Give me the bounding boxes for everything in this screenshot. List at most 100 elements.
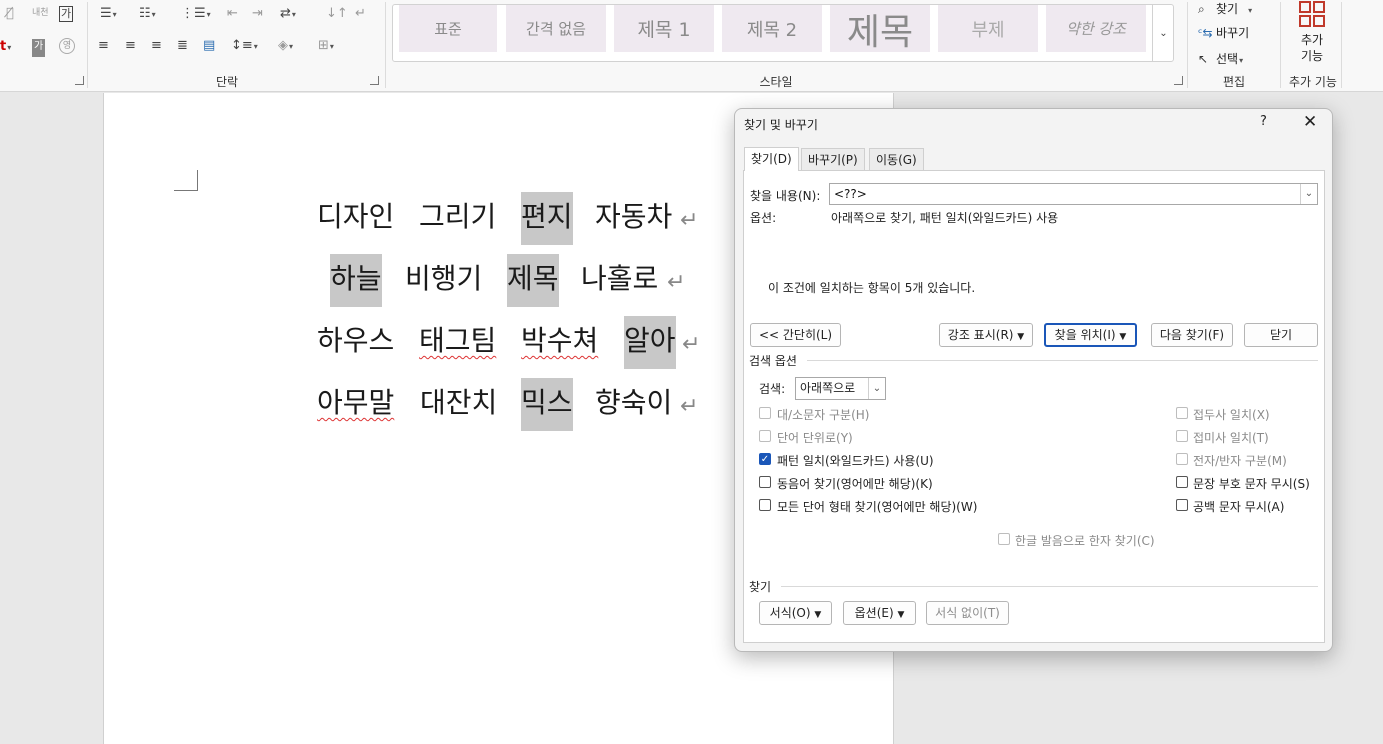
- increase-indent-icon[interactable]: ⇥: [252, 6, 263, 24]
- justify-icon[interactable]: ≣: [177, 38, 188, 56]
- word-forms-label: 모든 단어 형태 찾기(영어에만 해당)(W): [777, 500, 978, 514]
- paragraph-mark: ↵: [667, 270, 686, 295]
- style-title[interactable]: 제목: [830, 5, 930, 53]
- phonetic-guide-icon[interactable]: 내천: [32, 5, 49, 23]
- style-no-spacing[interactable]: 간격 없음: [506, 5, 606, 52]
- style-normal[interactable]: 표준: [399, 5, 497, 52]
- ignore-whitespace-checkbox[interactable]: [1176, 499, 1188, 511]
- find-what-label: 찾을 내용(N):: [750, 189, 821, 203]
- doc-word-misspelled: 태그팀: [419, 324, 497, 357]
- chevron-down-icon: ⌄: [868, 378, 885, 399]
- borders-icon[interactable]: ⊞▾: [318, 38, 334, 56]
- font-dialog-launcher[interactable]: [75, 76, 84, 85]
- paragraph-mark: ↵: [680, 208, 699, 233]
- text-direction-icon[interactable]: ⇄▾: [280, 6, 296, 24]
- search-icon: ⌕: [1198, 2, 1205, 16]
- align-right-icon[interactable]: ≡: [151, 38, 162, 56]
- wildcards-checkbox[interactable]: ✓: [759, 453, 771, 465]
- paragraph-mark: ↵: [682, 332, 701, 357]
- doc-word-misspelled: 아무말: [317, 386, 395, 419]
- format-button[interactable]: 서식(O) ▼: [759, 601, 832, 625]
- tab-find[interactable]: 찾기(D): [744, 147, 799, 171]
- caret-down-icon: ▼: [897, 610, 905, 620]
- match-count-message: 이 조건에 일치하는 항목이 5개 있습니다.: [768, 281, 976, 295]
- sounds-like-checkbox[interactable]: [759, 476, 771, 488]
- enclose-characters-icon[interactable]: 가: [59, 6, 74, 22]
- half-full-width-checkbox[interactable]: [1176, 453, 1188, 465]
- ribbon: 가̸ 내천 가 t▾ 가 영 ☰▾ ☷▾ ⋮☰▾ ⇤ ⇥ ⇄▾ ↓↑ ↵ ≡ ≡…: [0, 0, 1383, 92]
- doc-word-misspelled: 박수쳐: [521, 324, 599, 357]
- editing-group-label: 편집: [1222, 75, 1246, 89]
- doc-word-match: 알아: [624, 316, 676, 369]
- distributed-icon[interactable]: ▤: [203, 38, 215, 56]
- chevron-down-icon[interactable]: ⌄: [1300, 184, 1317, 204]
- whole-word-checkbox[interactable]: [759, 430, 771, 442]
- dialog-title: 찾기 및 바꾸기: [744, 118, 818, 132]
- tab-replace[interactable]: 바꾸기(P): [801, 148, 865, 170]
- character-shading-icon[interactable]: 가: [32, 39, 46, 57]
- close-icon[interactable]: ✕: [1303, 112, 1317, 132]
- paragraph-dialog-launcher[interactable]: [370, 76, 379, 85]
- find-button[interactable]: ⌕ 찾기 ▾: [1198, 0, 1252, 18]
- addins-icon[interactable]: [1298, 0, 1326, 28]
- gallery-more-button[interactable]: ⌄: [1152, 4, 1174, 62]
- align-left-icon[interactable]: ≡: [98, 38, 109, 56]
- enclosed-char-icon[interactable]: 영: [59, 38, 75, 54]
- decrease-indent-icon[interactable]: ⇤: [227, 6, 238, 24]
- find-section-label: 찾기: [749, 580, 772, 594]
- paragraph-mark: ↵: [680, 394, 699, 419]
- close-button[interactable]: 닫기: [1244, 323, 1318, 347]
- find-what-input[interactable]: <??> ⌄: [829, 183, 1318, 205]
- match-prefix-label: 접두사 일치(X): [1193, 408, 1270, 422]
- help-button[interactable]: ?: [1260, 114, 1267, 129]
- caret-down-icon: ▼: [1017, 332, 1025, 342]
- paragraph-group-label: 단락: [215, 75, 239, 89]
- style-subtitle[interactable]: 부제: [938, 5, 1038, 52]
- caret-down-icon: ▼: [1119, 332, 1127, 342]
- text-effects-icon[interactable]: 가̸: [6, 6, 14, 24]
- word-forms-checkbox[interactable]: [759, 499, 771, 511]
- half-full-width-label: 전자/반자 구분(M): [1193, 454, 1287, 468]
- no-formatting-button[interactable]: 서식 없이(T): [926, 601, 1009, 625]
- doc-word: 디자인: [317, 200, 395, 233]
- match-suffix-checkbox[interactable]: [1176, 430, 1188, 442]
- match-suffix-label: 접미사 일치(T): [1193, 431, 1269, 445]
- tab-goto[interactable]: 이동(G): [869, 148, 924, 170]
- find-replace-dialog: 찾기 및 바꾸기 ? ✕ 찾기(D) 바꾸기(P) 이동(G) 찾을 내용(N)…: [734, 108, 1333, 652]
- style-subtle-emphasis[interactable]: 약한 강조: [1046, 5, 1146, 52]
- find-next-button[interactable]: 다음 찾기(F): [1151, 323, 1233, 347]
- doc-word: 자동차: [595, 200, 673, 233]
- sort-icon[interactable]: ↓↑: [326, 6, 348, 24]
- numbering-icon[interactable]: ☷▾: [139, 6, 156, 24]
- find-in-button[interactable]: 찾을 위치(I) ▼: [1044, 323, 1137, 347]
- match-prefix-checkbox[interactable]: [1176, 407, 1188, 419]
- special-button[interactable]: 옵션(E) ▼: [843, 601, 916, 625]
- styles-group-label: 스타일: [759, 75, 793, 89]
- shading-icon[interactable]: ◈▾: [278, 38, 293, 56]
- doc-word: 향숙이: [595, 386, 673, 419]
- hanja-checkbox[interactable]: [998, 533, 1010, 545]
- doc-word-match: 하늘: [330, 254, 382, 307]
- styles-dialog-launcher[interactable]: [1174, 76, 1183, 85]
- ignore-punctuation-checkbox[interactable]: [1176, 476, 1188, 488]
- addins-group-label: 추가 기능: [1289, 75, 1337, 89]
- doc-word: 하우스: [317, 324, 395, 357]
- align-center-icon[interactable]: ≡: [125, 38, 136, 56]
- highlight-button[interactable]: 강조 표시(R) ▼: [939, 323, 1033, 347]
- style-heading-1[interactable]: 제목 1: [614, 5, 714, 52]
- bullets-icon[interactable]: ☰▾: [100, 6, 117, 24]
- line-spacing-icon[interactable]: ↕≡▾: [231, 38, 258, 56]
- match-case-checkbox[interactable]: [759, 407, 771, 419]
- font-color-icon[interactable]: t▾: [0, 39, 11, 57]
- less-button[interactable]: << 간단히(L): [750, 323, 841, 347]
- multilevel-list-icon[interactable]: ⋮☰▾: [181, 6, 211, 24]
- style-heading-2[interactable]: 제목 2: [722, 5, 822, 52]
- show-marks-icon[interactable]: ↵: [355, 6, 366, 24]
- select-button[interactable]: ↖ 선택▾: [1198, 50, 1243, 68]
- replace-button[interactable]: ᶜ⇆ 바꾸기: [1198, 24, 1249, 42]
- search-direction-select[interactable]: 아래쪽으로 ⌄: [795, 377, 886, 400]
- hanja-label: 한글 발음으로 한자 찾기(C): [1015, 534, 1155, 548]
- search-options-header: 검색 옵션: [749, 354, 797, 368]
- divider: [781, 586, 1318, 587]
- addins-button-label[interactable]: 추가 기능: [1296, 32, 1328, 64]
